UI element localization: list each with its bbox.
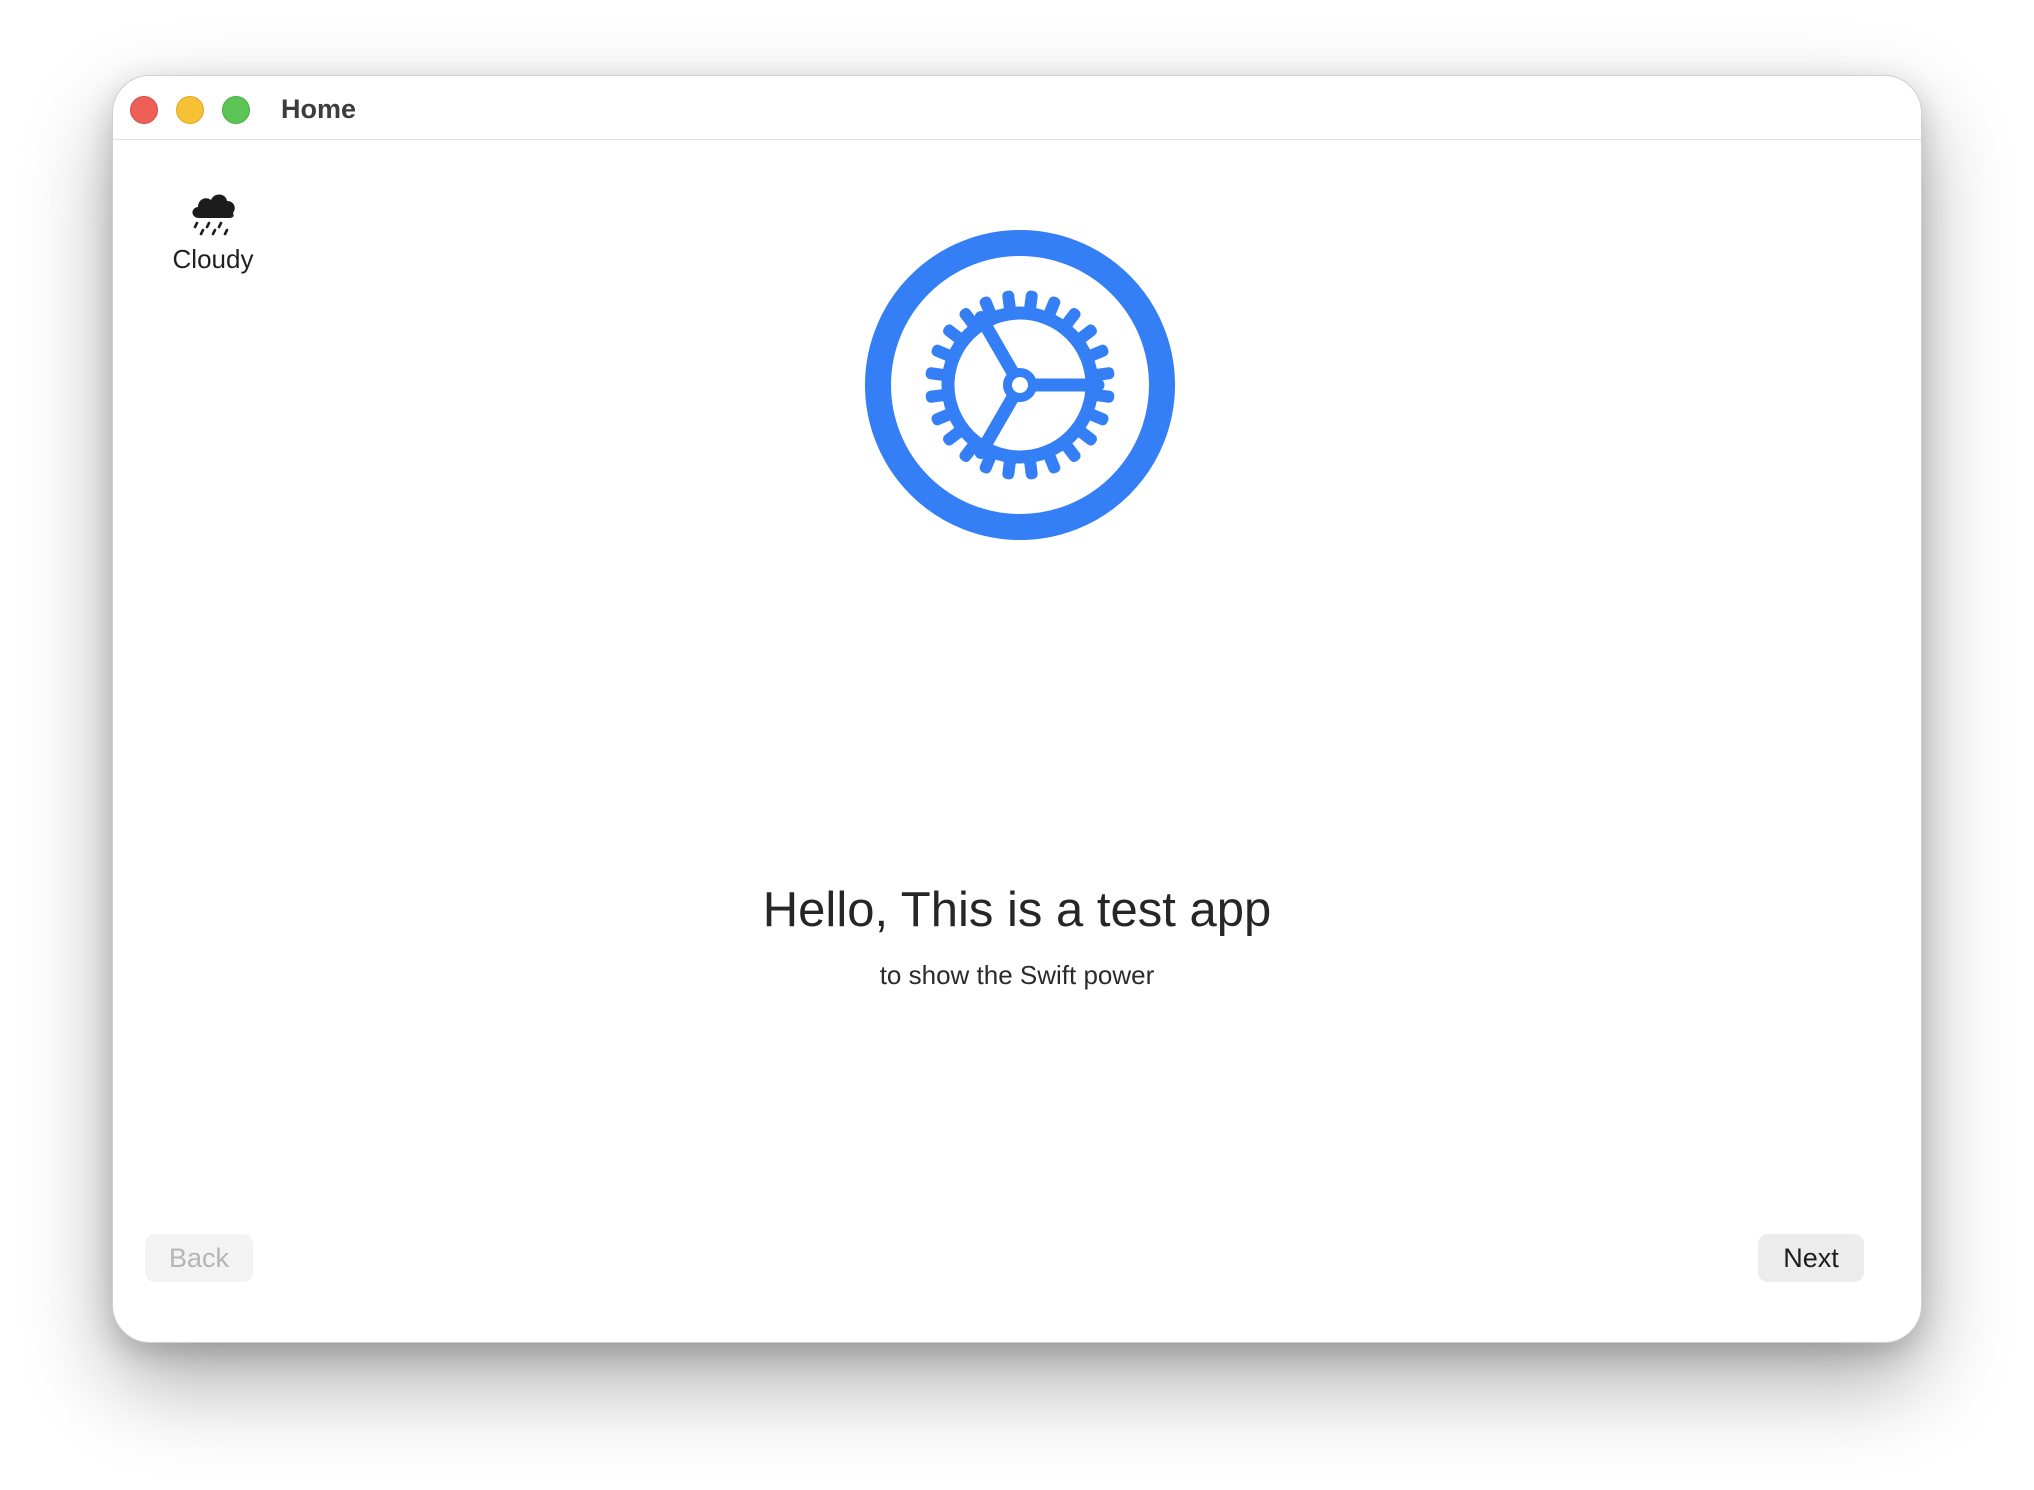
weather-status: Cloudy xyxy=(153,188,273,275)
window-title: Home xyxy=(281,94,357,124)
title-bar: Home xyxy=(113,76,1921,140)
close-window-button[interactable] xyxy=(130,96,158,124)
cloud-drizzle-icon xyxy=(192,194,235,236)
minimize-window-button[interactable] xyxy=(176,96,204,124)
zoom-window-button[interactable] xyxy=(222,96,250,124)
screen: Home Cloudy Hello, This is a test app to… xyxy=(0,0,2034,1490)
headline: Hello, This is a test app xyxy=(762,883,1272,937)
app-window: Home Cloudy Hello, This is a test app to… xyxy=(112,75,1922,1343)
weather-label: Cloudy xyxy=(172,244,254,274)
back-button[interactable]: Back xyxy=(145,1234,253,1282)
subheadline: to show the Swift power xyxy=(879,960,1155,990)
next-button[interactable]: Next xyxy=(1758,1234,1864,1282)
gear-icon xyxy=(865,230,1175,540)
